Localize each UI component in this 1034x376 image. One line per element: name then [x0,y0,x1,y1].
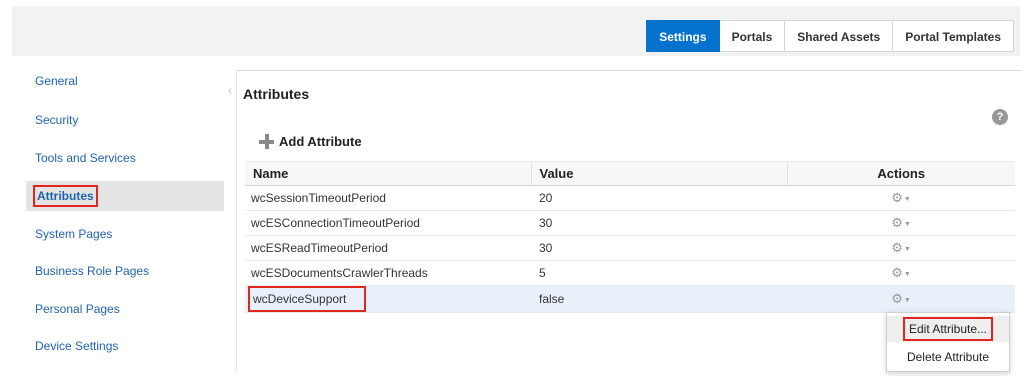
table-row[interactable]: wcESReadTimeoutPeriod 30 ⚙ ▼ [245,235,1015,261]
column-header-actions: Actions [786,161,1015,186]
tab-portals[interactable]: Portals [719,20,786,52]
sidebar-item-general[interactable]: General [26,66,224,96]
cell-value: 30 [531,235,787,261]
sidebar-item-tools-and-services[interactable]: Tools and Services [26,143,224,173]
cell-actions: ⚙ ▼ [787,210,1015,236]
cell-name: wcSessionTimeoutPeriod [245,185,531,211]
table-row[interactable]: wcSessionTimeoutPeriod 20 ⚙ ▼ [245,185,1015,211]
cell-actions: ⚙ ▼ [787,260,1015,286]
cell-value: 5 [531,260,787,286]
cell-actions: ⚙ ▼ [787,185,1015,211]
sidebar-item-system-pages[interactable]: System Pages [26,219,224,249]
add-attribute-label: Add Attribute [279,134,362,149]
help-icon[interactable]: ? [992,109,1008,125]
column-header-value[interactable]: Value [530,161,787,186]
table-row-selected[interactable]: wcDeviceSupport false ⚙ ▼ [245,285,1015,313]
cell-name: wcESDocumentsCrawlerThreads [245,260,531,286]
sidebar-item-security[interactable]: Security [26,105,224,135]
tab-shared-assets[interactable]: Shared Assets [785,20,894,52]
table-header-row: Name Value Actions [245,161,1015,186]
sidebar-item-business-role-pages[interactable]: Business Role Pages [26,256,224,286]
column-header-name[interactable]: Name [245,161,531,186]
table-row[interactable]: wcESConnectionTimeoutPeriod 30 ⚙ ▼ [245,210,1015,236]
plus-icon [259,134,274,149]
tab-portal-templates[interactable]: Portal Templates [893,20,1014,52]
cell-actions: ⚙ ▼ [787,285,1015,313]
gear-icon[interactable]: ⚙ ▼ [891,240,911,256]
gear-icon[interactable]: ⚙ ▼ [891,291,911,307]
menu-item-edit-attribute[interactable]: Edit Attribute... [887,316,1009,342]
attributes-table: Name Value Actions wcSessionTimeoutPerio… [245,161,1015,313]
cell-name: wcESConnectionTimeoutPeriod [245,210,531,236]
gear-icon[interactable]: ⚙ ▼ [891,215,911,231]
tab-settings[interactable]: Settings [646,20,720,52]
page-title: Attributes [243,86,310,102]
main-tabs: Settings Portals Shared Assets Portal Te… [646,20,1014,52]
cell-name: wcESReadTimeoutPeriod [245,235,531,261]
cell-value: false [531,285,787,313]
cell-actions: ⚙ ▼ [787,235,1015,261]
top-header: Settings Portals Shared Assets Portal Te… [12,6,1020,56]
cell-value: 20 [531,185,787,211]
collapse-sidebar-icon[interactable]: ‹ [228,83,236,97]
table-row[interactable]: wcESDocumentsCrawlerThreads 5 ⚙ ▼ [245,260,1015,286]
row-actions-menu: Edit Attribute... Delete Attribute [886,312,1010,372]
cell-name: wcDeviceSupport [245,285,531,313]
sidebar-item-attributes[interactable]: Attributes [26,181,224,211]
add-attribute-button[interactable]: Add Attribute [259,134,362,149]
menu-item-delete-attribute[interactable]: Delete Attribute [887,344,1009,370]
gear-icon[interactable]: ⚙ ▼ [891,265,911,281]
cell-value: 30 [531,210,787,236]
gear-icon[interactable]: ⚙ ▼ [891,190,911,206]
sidebar-item-device-settings[interactable]: Device Settings [26,331,224,361]
sidebar-item-personal-pages[interactable]: Personal Pages [26,294,224,324]
